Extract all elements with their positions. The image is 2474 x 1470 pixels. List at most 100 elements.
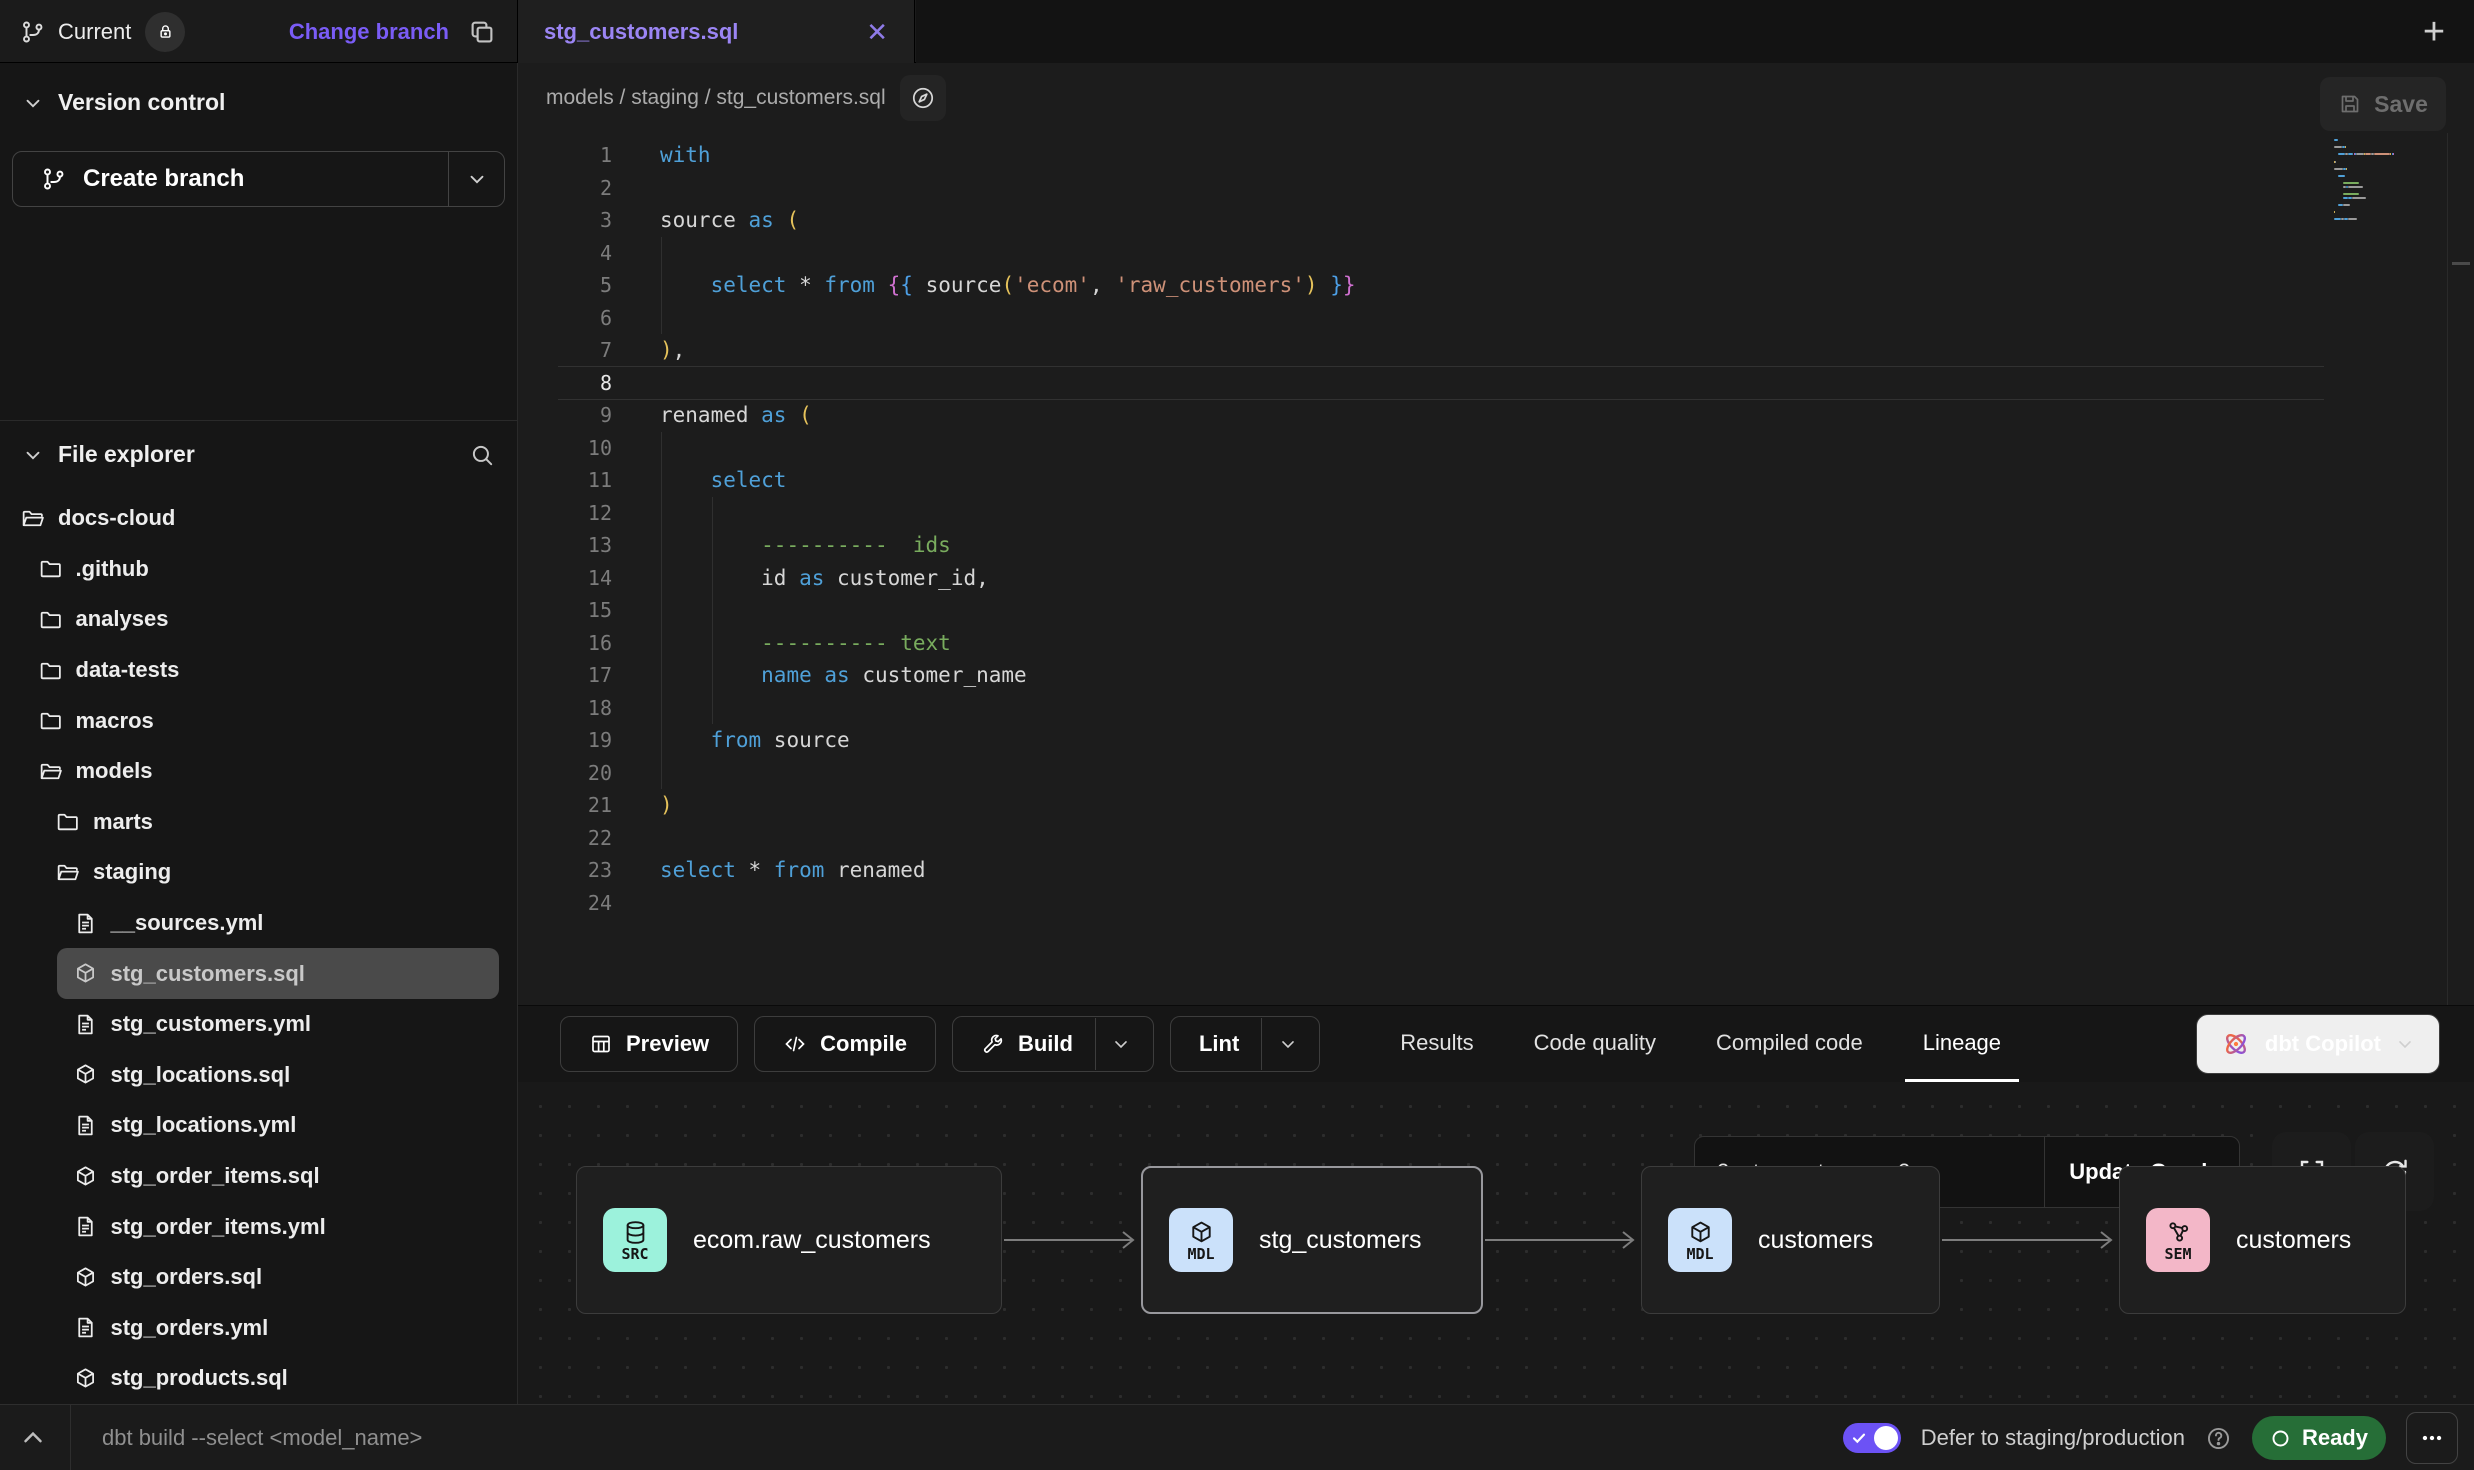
change-branch-link[interactable]: Change branch: [289, 19, 449, 45]
folder-icon: [55, 809, 80, 834]
doc-icon: [73, 1012, 98, 1037]
code-line: 1with: [518, 139, 2474, 172]
version-control-header[interactable]: Version control: [0, 63, 517, 116]
tree-item-label: models: [76, 758, 153, 784]
lineage-node-customers[interactable]: SEMcustomers: [2119, 1166, 2406, 1314]
tree-item-stg-products-sql[interactable]: stg_products.sql: [0, 1353, 517, 1404]
circle-status-icon: [2270, 1428, 2291, 1449]
lineage-edge-arrow: [1942, 1227, 2117, 1253]
tree-item-label: __sources.yml: [111, 910, 264, 936]
help-icon[interactable]: [2205, 1425, 2232, 1452]
line-number: 2: [518, 176, 612, 200]
panel-tab-code-quality[interactable]: Code quality: [1516, 1006, 1674, 1082]
tree-item-stg-order-items-sql[interactable]: stg_order_items.sql: [0, 1151, 517, 1202]
panel-tab-results[interactable]: Results: [1382, 1006, 1491, 1082]
create-branch-button[interactable]: Create branch: [12, 151, 505, 207]
create-branch-main[interactable]: Create branch: [13, 165, 448, 193]
status-bar: dbt build --select <model_name> Defer to…: [0, 1404, 2474, 1470]
tree-item-stg-order-items-yml[interactable]: stg_order_items.yml: [0, 1201, 517, 1252]
more-options-button[interactable]: [2406, 1412, 2458, 1464]
code-icon: [783, 1032, 807, 1056]
dbt-ide-app: Current Change branch stg_customers.sql …: [0, 0, 2474, 1470]
tree-item-docs-cloud[interactable]: docs-cloud: [0, 493, 517, 544]
status-badge[interactable]: Ready: [2252, 1416, 2386, 1460]
git-branch-icon: [20, 19, 46, 45]
lineage-node-stg-customers[interactable]: MDLstg_customers: [1141, 1166, 1483, 1314]
copy-icon[interactable]: [467, 17, 497, 47]
build-dropdown[interactable]: [1095, 1018, 1147, 1070]
lint-button[interactable]: Lint: [1170, 1016, 1320, 1072]
code-line: 2: [518, 172, 2474, 205]
divider: [70, 1405, 71, 1470]
doc-icon: [73, 1315, 98, 1340]
save-button[interactable]: Save: [2320, 77, 2446, 131]
line-content: id as customer_id,: [660, 566, 989, 590]
chevron-up-icon[interactable]: [18, 1423, 48, 1453]
create-branch-dropdown[interactable]: [448, 152, 504, 206]
lint-dropdown[interactable]: [1261, 1018, 1313, 1070]
breadcrumb: models / staging / stg_customers.sql: [546, 86, 886, 110]
mdl-badge: MDL: [1668, 1208, 1732, 1272]
tree-item-stg-orders-yml[interactable]: stg_orders.yml: [0, 1303, 517, 1354]
lineage-node-label: customers: [1758, 1226, 1873, 1255]
tree-item-label: stg_order_items.yml: [111, 1214, 326, 1240]
line-number: 19: [518, 728, 612, 752]
preview-button[interactable]: Preview: [560, 1016, 738, 1072]
tree-item-stg-orders-sql[interactable]: stg_orders.sql: [0, 1252, 517, 1303]
close-tab-icon[interactable]: ✕: [866, 19, 888, 45]
code-line: 21): [518, 789, 2474, 822]
code-line: 9renamed as (: [518, 399, 2474, 432]
tree-item-analyses[interactable]: analyses: [0, 594, 517, 645]
code-editor[interactable]: 1with23source as (45 select * from {{ so…: [518, 133, 2474, 1005]
tree-item-stg-locations-yml[interactable]: stg_locations.yml: [0, 1100, 517, 1151]
file-actions-button[interactable]: [900, 75, 946, 121]
tree-item-models[interactable]: models: [0, 746, 517, 797]
tree-item-label: staging: [93, 859, 171, 885]
build-button[interactable]: Build: [952, 1016, 1154, 1072]
line-content: select: [660, 468, 786, 492]
editor-scrollbar[interactable]: [2447, 133, 2448, 1005]
panel-tab-compiled-code[interactable]: Compiled code: [1698, 1006, 1881, 1082]
wrench-icon: [981, 1032, 1005, 1056]
line-number: 8: [518, 371, 612, 395]
tree-item-label: analyses: [76, 606, 169, 632]
minimap[interactable]: [2334, 139, 2430, 225]
code-line: 24: [518, 887, 2474, 920]
tree-item--sources-yml[interactable]: __sources.yml: [0, 898, 517, 949]
tree-item-data-tests[interactable]: data-tests: [0, 645, 517, 696]
table-icon: [589, 1032, 613, 1056]
new-tab-button[interactable]: +: [2412, 10, 2456, 54]
defer-toggle[interactable]: [1843, 1423, 1901, 1453]
line-number: 23: [518, 858, 612, 882]
chevron-down-icon: [1278, 1034, 1298, 1054]
lineage-canvas[interactable]: 2+stg_customers+2 Update Graph SRCecom.r…: [518, 1082, 2474, 1404]
tree-item-staging[interactable]: staging: [0, 847, 517, 898]
line-number: 22: [518, 826, 612, 850]
file-explorer-header[interactable]: File explorer: [0, 421, 517, 468]
code-line: 15: [518, 594, 2474, 627]
search-icon[interactable]: [469, 442, 495, 468]
tree-item--github[interactable]: .github: [0, 544, 517, 595]
dbt-copilot-button[interactable]: dbt Copilot: [2196, 1014, 2440, 1074]
file-explorer-section: File explorer docs-cloud.github analyses d…: [0, 420, 517, 1404]
code-line: 11 select: [518, 464, 2474, 497]
scrollbar-thumb[interactable]: [2452, 262, 2470, 265]
compile-button[interactable]: Compile: [754, 1016, 936, 1072]
tree-item-macros[interactable]: macros: [0, 695, 517, 746]
cube-icon: [73, 961, 98, 986]
tree-item-marts[interactable]: marts: [0, 797, 517, 848]
tree-item-stg-customers-yml[interactable]: stg_customers.yml: [0, 999, 517, 1050]
line-content: ---------- text: [660, 631, 951, 655]
editor-tab-stg-customers[interactable]: stg_customers.sql ✕: [518, 0, 915, 63]
defer-label: Defer to staging/production: [1921, 1425, 2185, 1451]
tree-item-stg-customers-sql[interactable]: stg_customers.sql: [57, 948, 500, 999]
tree-item-label: stg_orders.yml: [111, 1315, 269, 1341]
src-badge: SRC: [603, 1208, 667, 1272]
tree-item-stg-locations-sql[interactable]: stg_locations.sql: [0, 1050, 517, 1101]
panel-tab-lineage[interactable]: Lineage: [1905, 1006, 2019, 1082]
tree-item-label: stg_orders.sql: [111, 1264, 263, 1290]
lineage-node-customers[interactable]: MDL customers: [1641, 1166, 1940, 1314]
lineage-node-ecom-raw-customers[interactable]: SRCecom.raw_customers: [576, 1166, 1002, 1314]
folder-icon: [38, 607, 63, 632]
command-input[interactable]: dbt build --select <model_name>: [102, 1405, 422, 1470]
